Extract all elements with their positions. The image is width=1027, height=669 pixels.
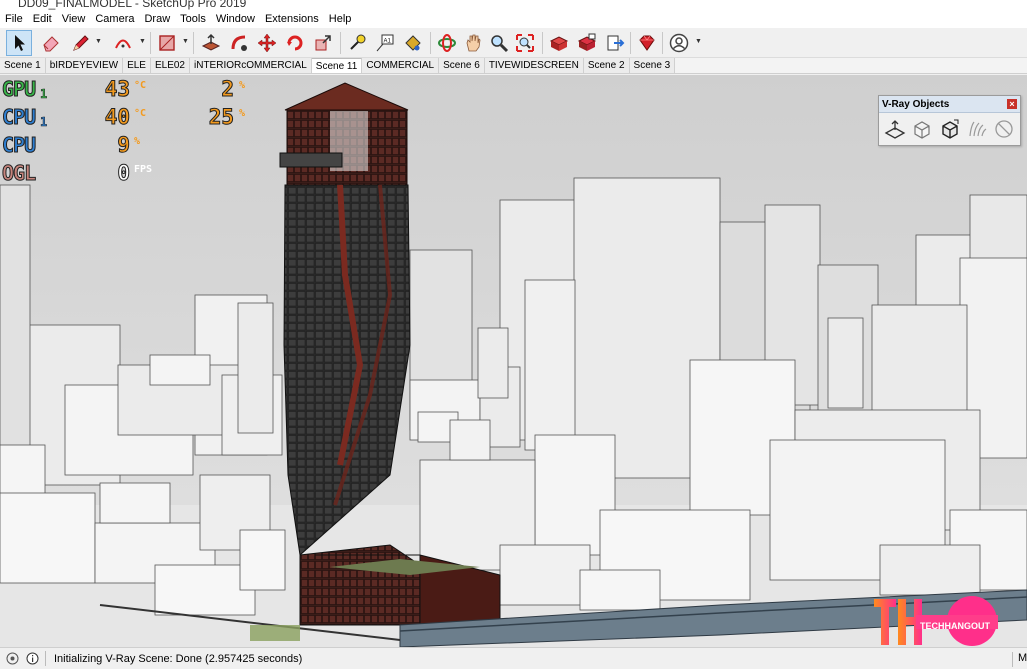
zoom-extents-icon[interactable] [512,30,538,56]
tab-commercial[interactable]: COMMERCIAL [362,58,440,73]
menu-help[interactable]: Help [324,10,357,28]
cpu1-label: CPU [1,105,36,130]
cpu1-temp: 40 [104,105,130,130]
menu-edit[interactable]: Edit [28,10,57,28]
cpu-label: CPU [1,133,36,158]
tab-interior-commercial[interactable]: iNTERIORcOMMERCIAL [190,58,312,73]
cpu1-load-unit: % [239,108,246,119]
scene-tabs: Scene 1 bIRDEYEVIEW ELE ELE02 iNTERIORcO… [0,58,1027,74]
arc-icon[interactable] [110,30,136,56]
select-arrow-icon[interactable] [6,30,32,56]
rotate-icon[interactable] [282,30,308,56]
ogl-fps-unit: FPS [134,164,153,175]
gpu1-load-unit: % [239,80,246,91]
push-pull-icon[interactable] [198,30,224,56]
menu-view[interactable]: View [57,10,91,28]
pencil-dropdown-icon[interactable]: ▼ [95,37,103,47]
tab-scene-6[interactable]: Scene 6 [439,58,485,73]
menu-file[interactable]: File [0,10,28,28]
menu-tools[interactable]: Tools [175,10,211,28]
cpu1-index: 1 [40,115,48,130]
tab-tivewidescreen[interactable]: TIVEWIDESCREEN [484,58,584,73]
techhangout-watermark: TECHHANGOUT [872,595,1002,647]
vray-light-plane-icon[interactable] [882,117,907,141]
tab-scene-2[interactable]: Scene 2 [583,58,630,73]
tab-birdeyeview[interactable]: bIRDEYEVIEW [45,58,124,73]
vray-fur-icon[interactable] [964,117,989,141]
eraser-icon[interactable] [38,30,64,56]
watermark-text: TECHHANGOUT [920,621,990,631]
ogl-label: OGL [1,161,36,186]
account-icon[interactable] [666,30,692,56]
vray-panel-title[interactable]: V-Ray Objects × [879,96,1020,113]
menu-extensions[interactable]: Extensions [260,10,324,28]
vray-toolbar [879,113,1020,145]
ogl-fps: 0 [117,161,131,186]
main-toolbar: ▼ ▼ ▼ A1 ▼ [0,28,1027,58]
text-label-icon[interactable]: A1 [372,30,398,56]
move-icon[interactable] [254,30,280,56]
menu-window[interactable]: Window [211,10,260,28]
vray-mesh-export-icon[interactable] [937,117,962,141]
cpu-load-unit: % [134,136,141,147]
vray-clipper-icon[interactable] [992,117,1017,141]
title-bar: DD09_FINALMODEL - SketchUp Pro 2019 [0,0,1027,10]
vray-proxy-icon[interactable] [909,117,934,141]
gpu1-label: GPU [1,77,36,102]
account-dropdown-icon[interactable]: ▼ [695,37,703,47]
gpu1-index: 1 [40,87,48,102]
svg-text:A1: A1 [384,39,392,45]
send-to-layout-icon[interactable] [602,30,628,56]
vray-panel-title-text: V-Ray Objects [882,99,950,110]
gpu1-temp-unit: °C [134,80,147,91]
status-message: Initializing V-Ray Scene: Done (2.957425… [54,653,303,665]
gpu1-load: 2 [221,77,235,102]
arc-dropdown-icon[interactable]: ▼ [139,37,147,47]
model-viewport[interactable]: GPU 1 43 °C 2 % CPU 1 40 °C 25 % CPU 9 % [0,75,1027,647]
vray-objects-panel: V-Ray Objects × [878,95,1021,146]
tab-scene-11[interactable]: Scene 11 [311,58,363,73]
menu-bar: File Edit View Camera Draw Tools Window … [0,10,1027,28]
close-icon[interactable]: × [1007,99,1017,109]
rectangle-shape-icon[interactable] [154,30,180,56]
window-title: DD09_FINALMODEL - SketchUp Pro 2019 [18,0,247,10]
tab-ele[interactable]: ELE [123,58,151,73]
3d-warehouse-icon[interactable] [546,30,572,56]
pencil-line-icon[interactable] [68,30,94,56]
pan-icon[interactable] [460,30,486,56]
geo-location-icon[interactable] [6,652,19,665]
status-bar: Initializing V-Ray Scene: Done (2.957425… [0,647,1027,669]
ruby-console-icon[interactable] [634,30,660,56]
cpu-load: 9 [117,133,131,158]
cpu1-load: 25 [208,105,234,130]
tape-measure-icon[interactable] [344,30,370,56]
menu-camera[interactable]: Camera [90,10,139,28]
extension-warehouse-icon[interactable] [574,30,600,56]
tab-scene-3[interactable]: Scene 3 [629,58,676,73]
scale-icon[interactable] [310,30,336,56]
tab-scene-1[interactable]: Scene 1 [0,58,46,73]
info-icon[interactable] [26,652,39,665]
measurements-box[interactable]: M [1012,652,1027,667]
gpu1-temp: 43 [104,77,130,102]
tab-ele02[interactable]: ELE02 [150,58,190,73]
shape-dropdown-icon[interactable]: ▼ [182,37,190,47]
follow-me-icon[interactable] [226,30,252,56]
menu-draw[interactable]: Draw [139,10,175,28]
zoom-icon[interactable] [486,30,512,56]
orbit-icon[interactable] [434,30,460,56]
paint-bucket-icon[interactable] [400,30,426,56]
sketchup-window: DD09_FINALMODEL - SketchUp Pro 2019 File… [0,0,1027,669]
hardware-monitor-overlay: GPU 1 43 °C 2 % CPU 1 40 °C 25 % CPU 9 % [1,75,262,190]
cpu1-temp-unit: °C [134,108,147,119]
